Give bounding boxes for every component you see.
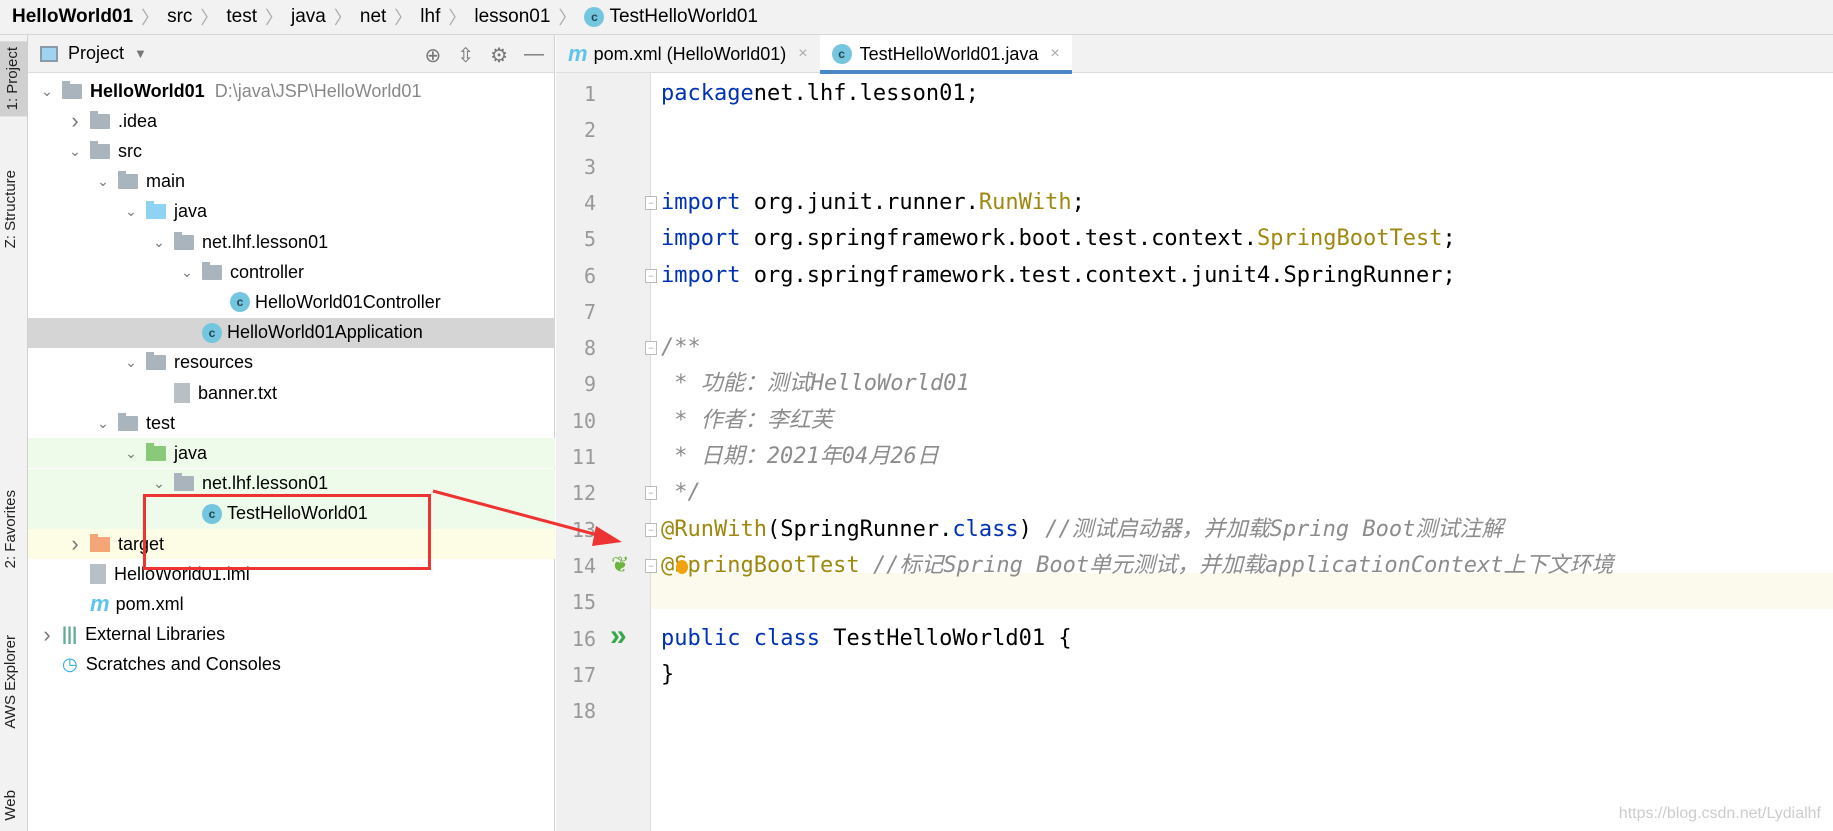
annotation-arrow — [432, 489, 622, 546]
watermark: https://blog.csdn.net/Lydialhf — [1618, 805, 1821, 822]
